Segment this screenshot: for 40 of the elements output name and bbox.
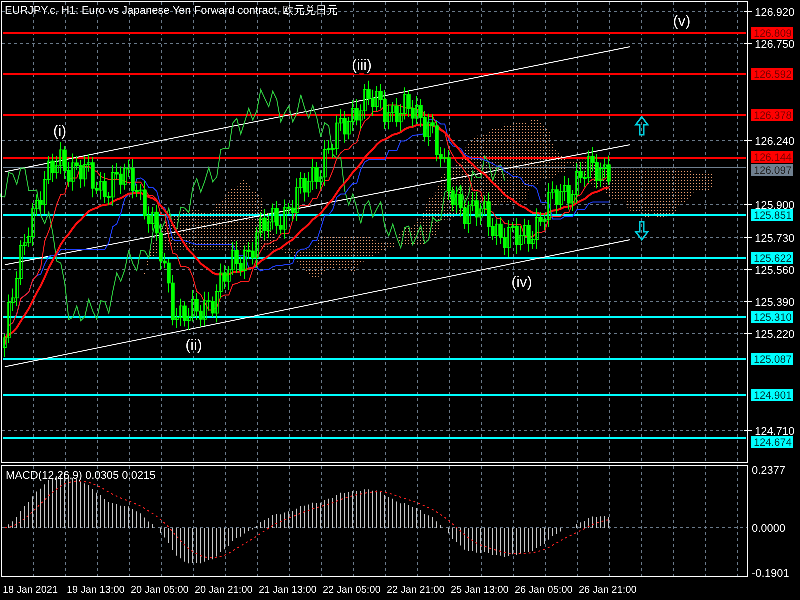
time-label: 18 Jan 2021	[3, 584, 60, 596]
price-tag: 124.674	[751, 436, 793, 449]
price-tag: 126.809	[751, 27, 793, 40]
price-label: 125.390	[755, 297, 795, 309]
price-label: 124.710	[755, 426, 795, 438]
price-label: 125.560	[755, 265, 795, 277]
wave-label: (v)	[673, 13, 691, 30]
price-label: 126.920	[755, 7, 795, 19]
wave-label: (iii)	[352, 57, 372, 74]
price-label: 125.730	[755, 233, 795, 245]
time-label: 22 Jan 21:00	[387, 584, 446, 596]
price-tag: 126.592	[751, 68, 793, 81]
price-label: 125.220	[755, 329, 795, 341]
price-tag: 125.622	[751, 252, 793, 265]
time-label: 19 Jan 13:00	[67, 584, 126, 596]
time-label: 22 Jan 05:00	[323, 584, 382, 596]
wave-label: (iv)	[512, 274, 532, 291]
time-label: 25 Jan 13:00	[451, 584, 510, 596]
price-tag: 125.310	[751, 311, 793, 324]
price-tag: 125.087	[751, 353, 793, 366]
price-tag: 126.097	[751, 164, 793, 177]
price-tag: 124.901	[751, 389, 793, 402]
price-tag: 125.851	[751, 209, 793, 222]
wave-label: (i)	[53, 123, 67, 140]
wave-label: (ii)	[186, 337, 202, 354]
time-label: 26 Jan 05:00	[515, 584, 574, 596]
chart-title: EURJPY.c, H1: Euro vs Japanese Yen Forward contract, 欧元兑日元	[5, 5, 338, 17]
time-label: 21 Jan 13:00	[259, 584, 318, 596]
macd-value-label: 0.2377	[752, 465, 786, 477]
price-tag: 126.144	[751, 151, 793, 164]
macd-value-label: -0.1901	[752, 568, 790, 580]
time-label: 26 Jan 21:00	[579, 584, 638, 596]
price-label: 126.750	[755, 39, 795, 51]
indicator-label: MACD(12,26,9) 0.0305 0.0215	[6, 470, 156, 482]
price-label: 126.240	[755, 136, 795, 148]
macd-value-label: 0.0000	[752, 523, 786, 535]
time-label: 20 Jan 05:00	[131, 584, 190, 596]
time-label: 20 Jan 21:00	[195, 584, 254, 596]
price-label: 125.900	[755, 200, 795, 212]
price-tag: 126.378	[751, 109, 793, 122]
